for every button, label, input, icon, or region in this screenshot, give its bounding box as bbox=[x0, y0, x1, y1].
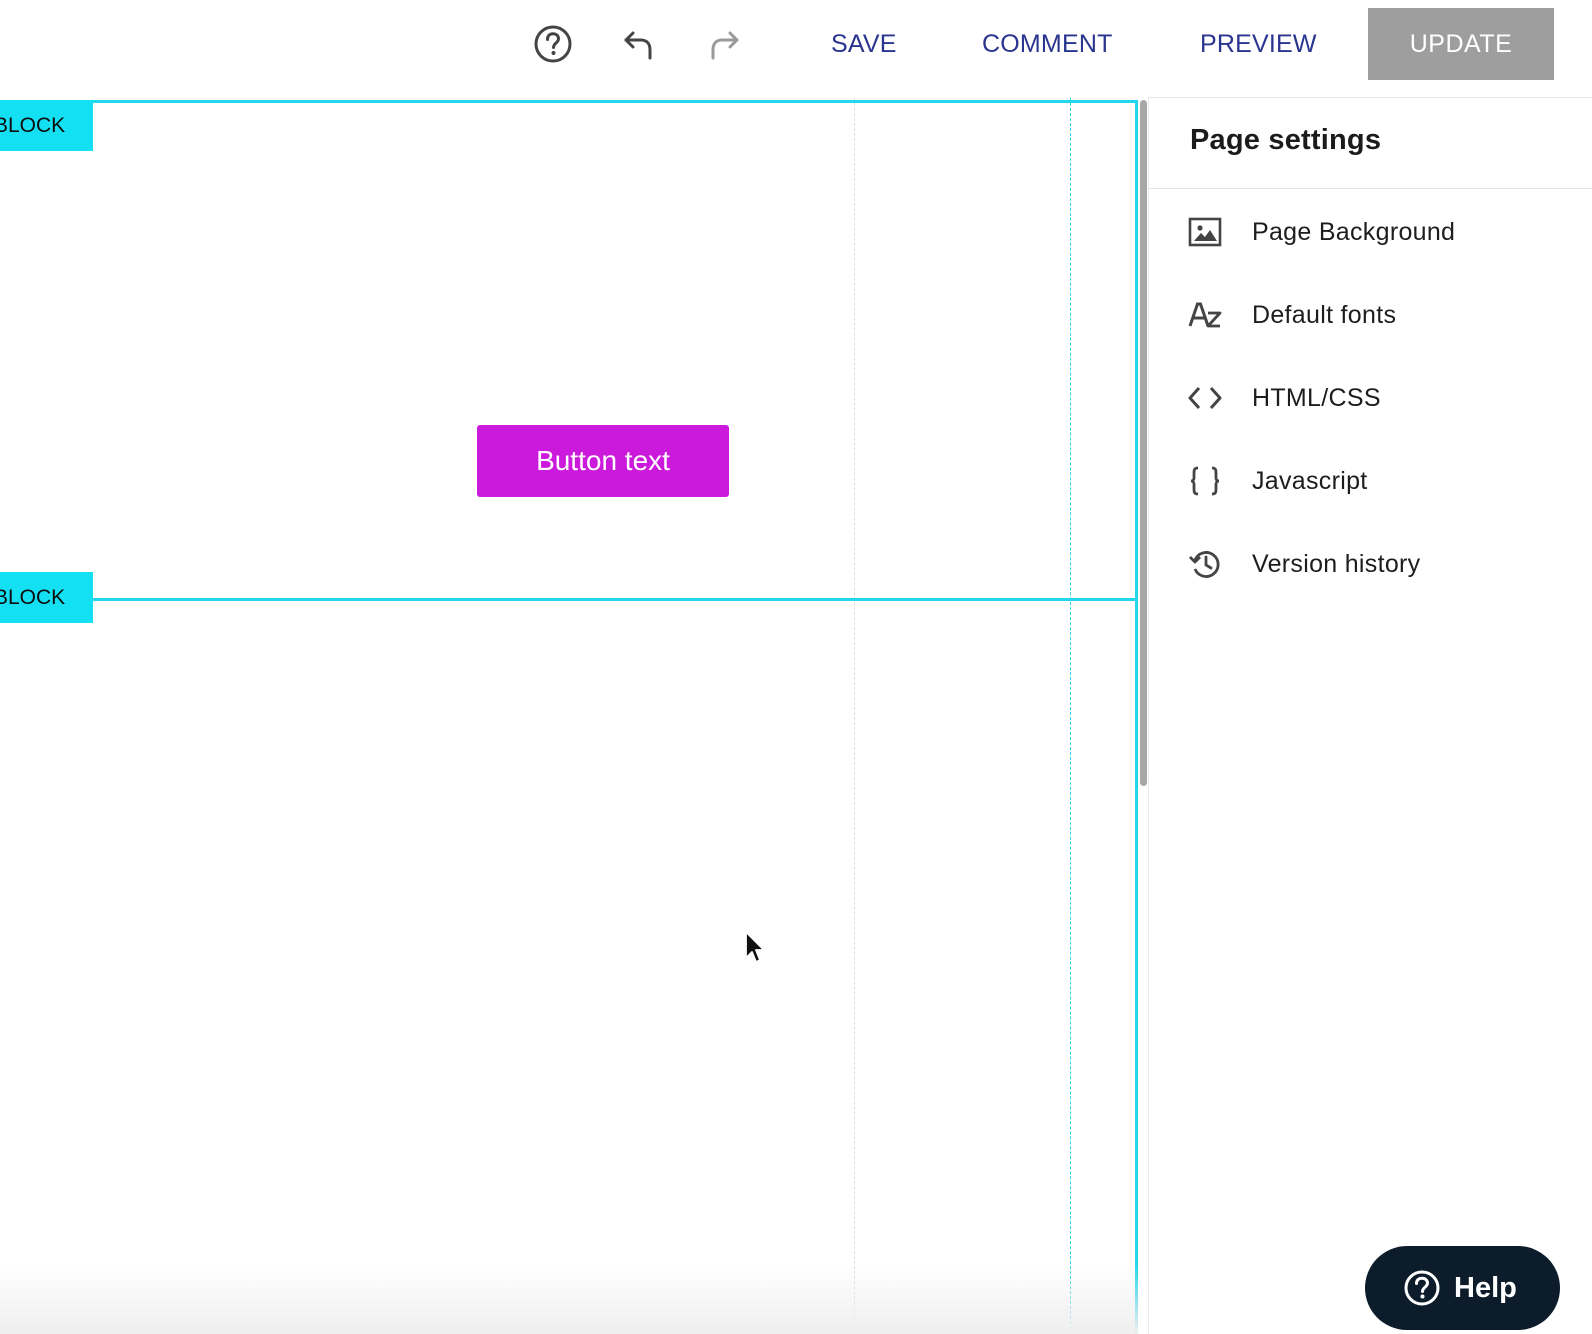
update-button[interactable]: UPDATE bbox=[1368, 8, 1554, 80]
panel-item-javascript[interactable]: Javascript bbox=[1149, 449, 1592, 513]
history-icon bbox=[1187, 546, 1223, 582]
help-circle-icon bbox=[1403, 1269, 1441, 1307]
panel-item-label: Javascript bbox=[1252, 467, 1368, 495]
save-button[interactable]: SAVE bbox=[831, 22, 897, 66]
page-settings-panel: Page settings Page Background Default fo… bbox=[1148, 98, 1592, 1334]
help-widget-button[interactable]: Help bbox=[1365, 1246, 1560, 1330]
panel-title: Page settings bbox=[1190, 124, 1382, 156]
scrollbar-thumb[interactable] bbox=[1140, 100, 1147, 786]
canvas-scrollbar[interactable] bbox=[1138, 98, 1148, 1334]
preview-button[interactable]: PREVIEW bbox=[1200, 22, 1317, 66]
panel-divider bbox=[1149, 188, 1592, 189]
code-brackets-icon bbox=[1187, 380, 1223, 416]
panel-item-label: Default fonts bbox=[1252, 301, 1397, 329]
block-divider bbox=[0, 598, 1138, 601]
panel-item-label: Page Background bbox=[1252, 218, 1456, 246]
panel-item-page-background[interactable]: Page Background bbox=[1149, 200, 1592, 264]
redo-icon[interactable] bbox=[702, 22, 746, 66]
top-toolbar: SAVE COMMENT PREVIEW UPDATE bbox=[0, 0, 1592, 98]
undo-icon[interactable] bbox=[617, 22, 661, 66]
panel-item-label: Version history bbox=[1252, 550, 1421, 578]
panel-item-html-css[interactable]: HTML/CSS bbox=[1149, 366, 1592, 430]
panel-item-label: HTML/CSS bbox=[1252, 384, 1381, 412]
panel-item-version-history[interactable]: Version history bbox=[1149, 532, 1592, 596]
canvas-button-element[interactable]: Button text bbox=[477, 425, 729, 497]
help-circle-icon[interactable] bbox=[531, 22, 575, 66]
canvas-fade bbox=[0, 1264, 1148, 1334]
image-icon bbox=[1187, 214, 1223, 250]
font-az-icon bbox=[1187, 297, 1223, 333]
editor-canvas[interactable]: BLOCK BLOCK Button text bbox=[0, 98, 1148, 1334]
panel-item-default-fonts[interactable]: Default fonts bbox=[1149, 283, 1592, 347]
block-tag[interactable]: BLOCK bbox=[0, 100, 93, 151]
help-widget-label: Help bbox=[1454, 1272, 1517, 1304]
comment-button[interactable]: COMMENT bbox=[982, 22, 1113, 66]
block-outline bbox=[0, 100, 1138, 1334]
curly-braces-icon bbox=[1187, 463, 1223, 499]
block-tag[interactable]: BLOCK bbox=[0, 572, 93, 623]
